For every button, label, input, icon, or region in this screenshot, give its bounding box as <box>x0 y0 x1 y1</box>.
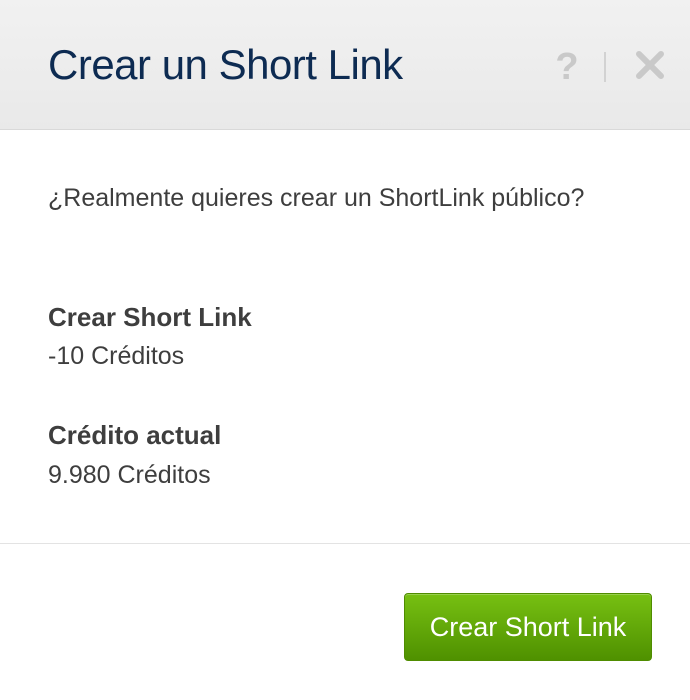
cost-value: -10 Créditos <box>48 342 185 370</box>
close-icon[interactable] <box>632 47 668 83</box>
create-short-link-button[interactable]: Crear Short Link <box>404 593 652 661</box>
confirmation-question: ¿Realmente quieres crear un ShortLink pú… <box>48 184 585 212</box>
help-icon[interactable]: ? <box>553 47 581 87</box>
create-short-link-dialog: Crear un Short Link ? ¿Realmente quieres… <box>0 0 690 700</box>
dialog-header: Crear un Short Link ? <box>0 0 690 130</box>
cost-label: Crear Short Link <box>48 302 252 332</box>
current-credit-label: Crédito actual <box>48 420 222 450</box>
footer-divider <box>0 543 690 544</box>
dialog-title: Crear un Short Link <box>48 41 403 88</box>
header-divider <box>604 52 606 82</box>
current-credit-value: 9.980 Créditos <box>48 461 211 489</box>
